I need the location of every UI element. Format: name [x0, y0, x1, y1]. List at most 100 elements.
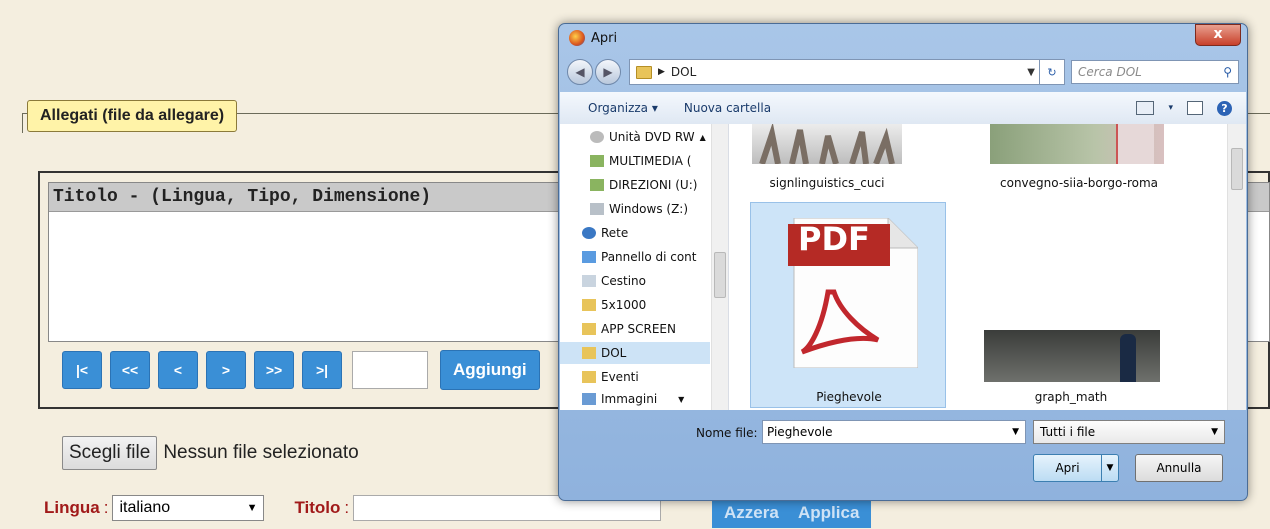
next-button[interactable]: >	[206, 351, 246, 389]
nav-item-5x1000[interactable]: 5x1000	[582, 294, 646, 316]
file-grid-scrollbar[interactable]	[1227, 124, 1246, 410]
nav-item-windows[interactable]: Windows (Z:)	[590, 198, 688, 220]
cancel-button[interactable]: Annulla	[1135, 454, 1223, 482]
chevron-down-icon: ▼	[1211, 427, 1218, 437]
address-row: ◀ ▶ ▶ DOL ▼ ↻ Cerca DOL ⚲	[567, 58, 1239, 86]
new-folder-button[interactable]: Nuova cartella	[684, 101, 771, 115]
network-drive-icon	[590, 179, 604, 191]
lingua-select[interactable]: italiano ▼	[112, 495, 265, 521]
search-input[interactable]: Cerca DOL ⚲	[1071, 60, 1239, 84]
folder-icon	[582, 347, 596, 359]
next-block-button[interactable]: >>	[254, 351, 294, 389]
nav-item-rete[interactable]: Rete	[582, 222, 628, 244]
control-panel-icon	[582, 251, 596, 263]
network-icon	[582, 227, 596, 239]
hands-image-icon	[759, 124, 895, 166]
scroll-up-icon[interactable]: ▲	[700, 133, 706, 142]
no-file-text: Nessun file selezionato	[163, 442, 359, 463]
open-button-label: Apri	[1055, 461, 1080, 475]
apply-button[interactable]: Applica	[786, 498, 872, 528]
search-icon: ⚲	[1223, 65, 1232, 79]
file-thumbnail-convegno[interactable]	[990, 124, 1164, 164]
file-type-select[interactable]: Tutti i file ▼	[1033, 420, 1225, 444]
address-dropdown-icon[interactable]: ▼	[1027, 67, 1035, 78]
file-thumbnail-signlinguistics[interactable]	[752, 124, 902, 166]
close-button[interactable]: x	[1195, 24, 1241, 46]
folder-icon	[582, 299, 596, 311]
view-dropdown-icon[interactable]: ▾	[1168, 103, 1173, 113]
dialog-toolbar: Organizza ▾ Nuova cartella ▾ ?	[560, 92, 1246, 125]
titolo-label: Titolo	[294, 498, 341, 517]
fieldset-border-left	[22, 113, 23, 133]
prev-button[interactable]: <	[158, 351, 198, 389]
scroll-down-icon[interactable]: ▼	[678, 395, 684, 404]
file-grid-scrollbar-thumb[interactable]	[1231, 148, 1243, 190]
folder-icon	[582, 323, 596, 335]
nav-item-direzioni[interactable]: DIREZIONI (U:)	[590, 174, 697, 196]
open-button[interactable]: Apri ▼	[1033, 454, 1119, 482]
preview-pane-icon[interactable]	[1187, 101, 1203, 115]
reset-button[interactable]: Azzera	[712, 498, 791, 528]
file-name-input[interactable]: Pieghevole ▼	[762, 420, 1026, 444]
nav-item-dol[interactable]: DOL	[582, 342, 626, 364]
nav-scrollbar[interactable]	[711, 124, 728, 410]
folder-icon	[636, 65, 652, 79]
forward-arrow-icon[interactable]: ▶	[595, 59, 621, 85]
titolo-colon: :	[344, 498, 350, 517]
open-dropdown-icon[interactable]: ▼	[1101, 455, 1118, 481]
nav-item-app-screen[interactable]: APP SCREEN	[582, 318, 676, 340]
nav-item-multimedia[interactable]: MULTIMEDIA (	[590, 150, 691, 172]
nav-item-control-panel[interactable]: Pannello di cont	[582, 246, 696, 268]
chevron-down-icon: ▼	[246, 502, 258, 514]
view-options-icon[interactable]	[1136, 101, 1155, 115]
dialog-title: Apri	[591, 30, 618, 46]
navigation-pane: Unità DVD RW ▲ MULTIMEDIA ( DIREZIONI (U:…	[560, 124, 729, 410]
network-drive-icon	[590, 155, 604, 167]
nav-item-recycle-bin[interactable]: Cestino	[582, 270, 646, 292]
nav-item-dvd[interactable]: Unità DVD RW ▲	[590, 126, 706, 148]
refresh-icon[interactable]: ↻	[1040, 59, 1065, 85]
folder-icon	[582, 371, 596, 383]
file-name-pieghevole[interactable]: Pieghevole	[754, 390, 944, 404]
file-name-value: Pieghevole	[767, 425, 833, 439]
attachments-legend: Allegati (file da allegare)	[27, 100, 238, 132]
nav-scrollbar-thumb[interactable]	[714, 252, 726, 298]
address-bar[interactable]: ▶ DOL ▼	[629, 59, 1040, 85]
choose-file-button[interactable]: Scegli file	[62, 436, 158, 470]
file-thumbnail-graph-math[interactable]	[984, 330, 1160, 382]
search-placeholder: Cerca DOL	[1078, 65, 1142, 79]
add-button[interactable]: Aggiungi	[440, 350, 540, 390]
breadcrumb-chevron-icon: ▶	[658, 67, 665, 77]
dvd-drive-icon	[590, 131, 604, 143]
last-page-button[interactable]: >|	[302, 351, 342, 389]
building-image-icon	[1116, 124, 1154, 164]
person-image-icon	[1120, 334, 1136, 382]
back-arrow-icon[interactable]: ◀	[567, 59, 593, 85]
chevron-down-icon[interactable]: ▼	[1012, 427, 1019, 437]
nav-item-eventi[interactable]: Eventi	[582, 366, 639, 388]
dialog-content: Unità DVD RW ▲ MULTIMEDIA ( DIREZIONI (U:…	[560, 124, 1246, 410]
recycle-bin-icon	[582, 275, 596, 287]
file-name-convegno[interactable]: convegno-siia-borgo-roma	[984, 176, 1174, 190]
pager: |< << < > >> >| Aggiungi	[62, 350, 540, 390]
file-chooser: Scegli file Nessun file selezionato	[62, 436, 359, 470]
dialog-footer: Nome file: Pieghevole ▼ Tutti i file ▼ A…	[559, 414, 1247, 500]
toolbar-right: ▾ ?	[1136, 100, 1232, 116]
organize-menu[interactable]: Organizza ▾	[588, 101, 658, 115]
first-page-button[interactable]: |<	[62, 351, 102, 389]
file-name-signlinguistics[interactable]: signlinguistics_cuci	[732, 176, 922, 190]
open-file-dialog: Apri x ◀ ▶ ▶ DOL ▼ ↻ Cerca DOL ⚲ Organiz…	[558, 23, 1248, 501]
lingua-value: italiano	[119, 499, 171, 516]
browser-app-icon	[569, 30, 585, 46]
page-number-input[interactable]	[352, 351, 428, 389]
lingua-label: Lingua	[44, 498, 100, 517]
dialog-titlebar: Apri	[569, 30, 617, 46]
breadcrumb-path[interactable]: DOL	[671, 65, 696, 79]
file-name-label: Nome file:	[696, 426, 758, 440]
help-icon[interactable]: ?	[1217, 100, 1232, 116]
prev-block-button[interactable]: <<	[110, 351, 150, 389]
pdf-badge-text: PDF	[798, 220, 870, 258]
nav-item-immagini[interactable]: Immagini ▼	[582, 388, 684, 410]
file-name-graph-math[interactable]: graph_math	[976, 390, 1166, 404]
lingua-colon: :	[103, 498, 109, 517]
